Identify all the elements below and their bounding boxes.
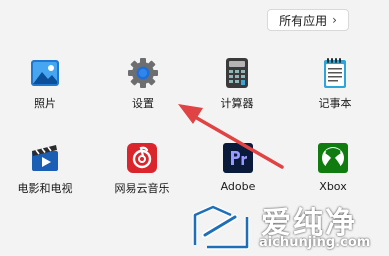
app-notepad[interactable]: 记事本 bbox=[293, 57, 377, 113]
chevron-right-icon: › bbox=[332, 13, 337, 27]
app-label: 设置 bbox=[132, 97, 154, 110]
watermark: 爱纯净 aichunjing.com bbox=[191, 197, 389, 256]
all-apps-button[interactable]: 所有应用 › bbox=[267, 9, 349, 31]
app-settings[interactable]: 设置 bbox=[101, 57, 185, 113]
app-label: Adobe bbox=[220, 180, 256, 193]
watermark-url-text: aichunjing.com bbox=[259, 235, 371, 250]
app-label: 网易云音乐 bbox=[114, 182, 170, 195]
photos-icon bbox=[31, 60, 59, 86]
adobe-premiere-icon bbox=[223, 143, 253, 173]
app-netease-music[interactable]: 网易云音乐 bbox=[100, 142, 184, 198]
netease-music-icon bbox=[127, 143, 157, 173]
xbox-icon bbox=[318, 143, 348, 173]
notepad-icon bbox=[324, 58, 346, 88]
all-apps-label: 所有应用 bbox=[279, 13, 328, 28]
app-label: Xbox bbox=[319, 180, 347, 193]
settings-gear-icon bbox=[128, 58, 158, 88]
app-label: 电影和电视 bbox=[17, 182, 73, 195]
app-movies-tv[interactable]: 电影和电视 bbox=[3, 142, 87, 198]
app-photos[interactable]: 照片 bbox=[3, 57, 87, 113]
calculator-icon bbox=[226, 58, 248, 88]
app-calculator[interactable]: 计算器 bbox=[195, 57, 279, 113]
app-label: 记事本 bbox=[318, 97, 352, 110]
app-adobe[interactable]: Adobe bbox=[196, 142, 280, 198]
app-label: 照片 bbox=[34, 97, 56, 110]
watermark-logo-icon bbox=[192, 205, 250, 250]
app-xbox[interactable]: Xbox bbox=[291, 142, 375, 198]
app-label: 计算器 bbox=[220, 97, 254, 110]
movies-tv-icon bbox=[32, 145, 58, 171]
